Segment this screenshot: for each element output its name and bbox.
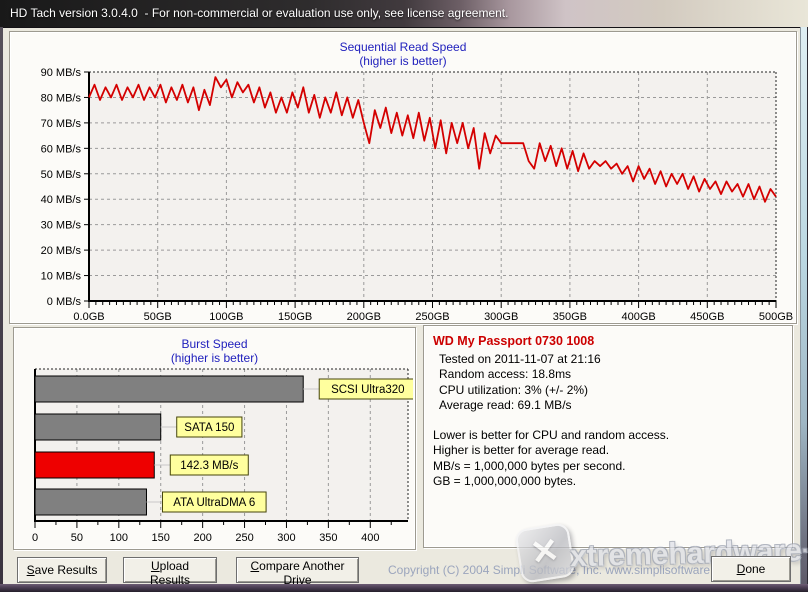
svg-text:350: 350 — [319, 532, 337, 544]
drive-notes: Lower is better for CPU and random acces… — [433, 428, 792, 490]
svg-text:SCSI Ultra320: SCSI Ultra320 — [331, 384, 405, 396]
info-spacer — [433, 414, 792, 428]
copyright-text: Copyright (C) 2004 Simpli Software, Inc.… — [388, 563, 736, 577]
svg-text:400GB: 400GB — [621, 311, 655, 321]
svg-text:ATA UltraDMA 6: ATA UltraDMA 6 — [173, 497, 255, 509]
title-bar[interactable]: HD Tach version 3.0.4.0 - For non-commer… — [0, 0, 808, 28]
window-title: HD Tach version 3.0.4.0 - For non-commer… — [10, 0, 508, 27]
drive-stats: Tested on 2011-11-07 at 21:16Random acce… — [433, 352, 792, 414]
svg-text:100GB: 100GB — [209, 311, 243, 321]
svg-text:SATA 150: SATA 150 — [184, 422, 234, 434]
info-text-line: Lower is better for CPU and random acces… — [433, 428, 792, 444]
save-results-button[interactable]: Save Results — [17, 557, 107, 583]
svg-text:250: 250 — [235, 532, 253, 544]
compare-another-drive-button[interactable]: Compare Another Drive — [236, 557, 359, 583]
info-text-line: Average read: 69.1 MB/s — [433, 398, 792, 414]
info-text-line: Tested on 2011-11-07 at 21:16 — [433, 352, 792, 368]
svg-text:250GB: 250GB — [415, 311, 449, 321]
upload-results-button[interactable]: Upload Results — [123, 557, 217, 583]
svg-text:0: 0 — [32, 532, 38, 544]
svg-text:0.0GB: 0.0GB — [73, 311, 104, 321]
svg-text:300GB: 300GB — [484, 311, 518, 321]
svg-text:200GB: 200GB — [347, 311, 381, 321]
svg-text:350GB: 350GB — [553, 311, 587, 321]
svg-text:30 MB/s: 30 MB/s — [41, 220, 82, 232]
svg-text:50GB: 50GB — [144, 311, 172, 321]
window-border-right — [800, 27, 808, 592]
svg-text:50: 50 — [71, 532, 83, 544]
svg-text:90 MB/s: 90 MB/s — [41, 67, 82, 79]
done-button[interactable]: Done — [711, 556, 791, 582]
svg-text:150GB: 150GB — [278, 311, 312, 321]
burst-speed-chart: SCSI Ultra320 SATA 150 142.3 MB/s ATA Ultra… — [14, 328, 413, 547]
window-border-bottom — [0, 584, 808, 592]
drive-info-panel: WD My Passport 0730 1008 Tested on 2011-… — [423, 325, 793, 548]
info-text-line: Random access: 18.8ms — [433, 367, 792, 383]
svg-text:20 MB/s: 20 MB/s — [41, 245, 82, 257]
svg-text:400: 400 — [361, 532, 379, 544]
svg-text:0 MB/s: 0 MB/s — [47, 296, 82, 308]
sequential-read-chart: 0 MB/s 10 MB/s 20 MB/s 30 MB/s 40 MB/s 50 MB/… — [10, 32, 794, 321]
hd-tach-window: HD Tach version 3.0.4.0 - For non-commer… — [0, 0, 808, 592]
info-text-line: Higher is better for average read. — [433, 443, 792, 459]
svg-text:40 MB/s: 40 MB/s — [41, 194, 82, 206]
info-text-line: GB = 1,000,000,000 bytes. — [433, 474, 792, 490]
svg-text:70 MB/s: 70 MB/s — [41, 118, 82, 130]
svg-text:100: 100 — [110, 532, 128, 544]
svg-text:60 MB/s: 60 MB/s — [41, 143, 82, 155]
svg-text:80 MB/s: 80 MB/s — [41, 92, 82, 104]
drive-name: WD My Passport 0730 1008 — [433, 334, 792, 350]
svg-text:50 MB/s: 50 MB/s — [41, 169, 82, 181]
svg-text:142.3 MB/s: 142.3 MB/s — [180, 460, 238, 472]
svg-text:10 MB/s: 10 MB/s — [41, 271, 82, 283]
burst-speed-panel: Burst Speed (higher is better) SCSI Ultr… — [13, 327, 416, 550]
svg-text:150: 150 — [152, 532, 170, 544]
sequential-read-panel: Sequential Read Speed (higher is better)… — [9, 31, 797, 324]
info-text-line: MB/s = 1,000,000 bytes per second. — [433, 459, 792, 475]
info-text-line: CPU utilization: 3% (+/- 2%) — [433, 383, 792, 399]
svg-text:500GB: 500GB — [759, 311, 793, 321]
svg-text:450GB: 450GB — [690, 311, 724, 321]
window-border-left — [0, 27, 3, 592]
svg-text:200: 200 — [193, 532, 211, 544]
svg-text:300: 300 — [277, 532, 295, 544]
